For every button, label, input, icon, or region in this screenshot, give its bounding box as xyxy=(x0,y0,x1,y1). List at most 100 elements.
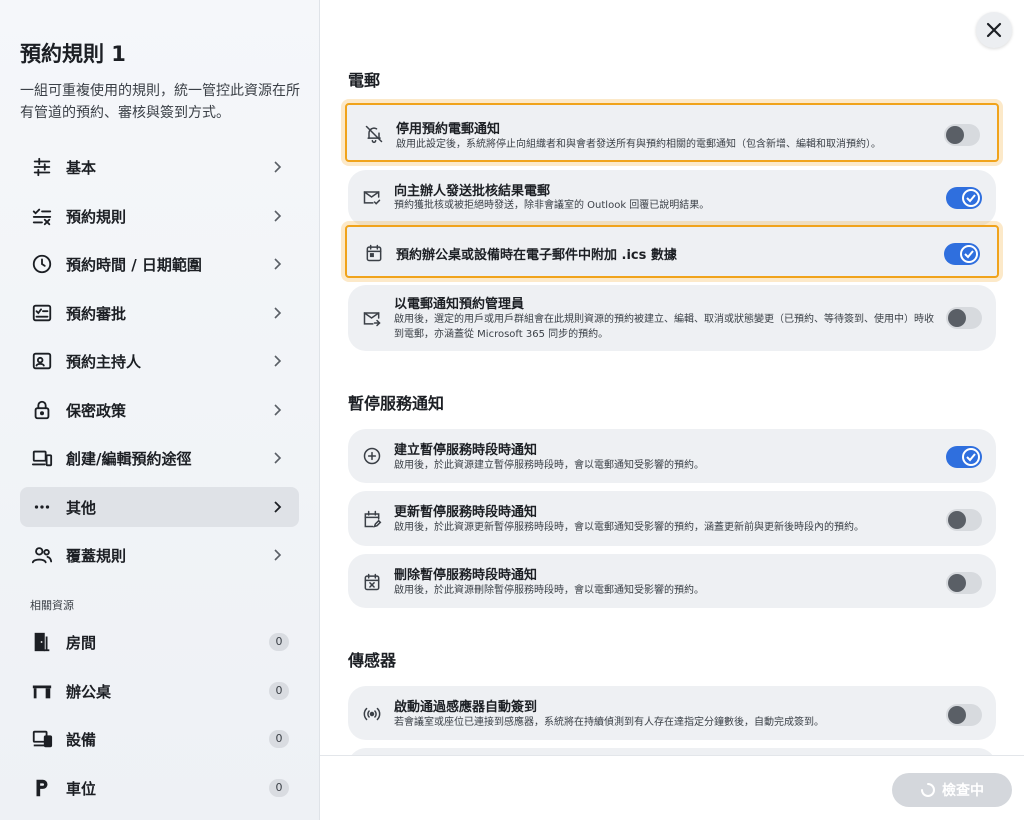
sidebar-item-override-rules[interactable]: 覆蓋規則 xyxy=(20,535,299,575)
chevron-right-icon xyxy=(269,499,285,515)
setting-title: 啟動通過感應器自動簽到 xyxy=(394,700,538,715)
setting-notify-create-oos[interactable]: 建立暫停服務時段時通知 啟用後，於此資源建立暫停服務時段時，會以電郵通知受影響的… xyxy=(348,429,996,483)
sidebar-item-host[interactable]: 預約主持人 xyxy=(20,341,299,381)
page-title: 預約規則 1 xyxy=(20,42,126,66)
resource-label: 房間 xyxy=(66,634,97,652)
people-icon xyxy=(31,544,53,566)
setting-notify-delete-oos[interactable]: 刪除暫停服務時段時通知 啟用後，於此資源刪除暫停服務時段時，會以電郵通知受影響的… xyxy=(348,554,996,608)
chevron-right-icon xyxy=(269,353,285,369)
toggle-knob xyxy=(948,511,966,529)
footer: 檢查中 xyxy=(320,755,1024,820)
setting-description: 啟用後，選定的用戶或用戶群組會在此規則資源的預約被建立、編輯、取消或狀態變更（已… xyxy=(394,314,934,340)
resource-item-parking[interactable]: 車位 0 xyxy=(20,768,299,808)
sidebar-item-other[interactable]: 其他 xyxy=(20,487,299,527)
toggle-knob xyxy=(962,448,980,466)
calendar-edit-icon xyxy=(362,509,382,529)
plus-circle-icon xyxy=(362,446,382,466)
check-icon xyxy=(966,194,976,203)
desk-icon xyxy=(31,680,53,702)
setting-card-partial[interactable] xyxy=(348,748,996,755)
sidebar-item-label: 創建/編輯預約途徑 xyxy=(66,450,192,468)
sidebar-item-label: 預約主持人 xyxy=(66,353,142,371)
more-icon xyxy=(31,496,53,518)
sidebar-item-approval[interactable]: 預約審批 xyxy=(20,293,299,333)
chevron-right-icon xyxy=(269,208,285,224)
parking-icon xyxy=(31,777,53,799)
toggle-switch[interactable] xyxy=(944,243,980,265)
toggle-switch[interactable] xyxy=(946,572,982,594)
setting-approval-result-email[interactable]: 向主辦人發送批核結果電郵 預約獲批核或被拒絕時發送，除非會議室的 Outlook… xyxy=(348,170,996,226)
toggle-knob xyxy=(962,189,980,207)
group-title-email: 電郵 xyxy=(348,71,381,90)
setting-sensor-auto-checkin[interactable]: 啟動通過感應器自動簽到 若會議室或座位已連接到感應器，系統將在持續偵測到有人存在… xyxy=(348,686,996,740)
resource-label: 辦公桌 xyxy=(66,683,112,701)
setting-description: 啟用此設定後，系統將停止向組織者和與會者發送所有與預約相關的電郵通知（包含新增、… xyxy=(396,139,881,150)
count-badge: 0 xyxy=(269,633,289,651)
group-title-sensor: 傳感器 xyxy=(348,651,397,670)
setting-notify-update-oos[interactable]: 更新暫停服務時段時通知 啟用後，於此資源更新暫停服務時段時，會以電郵通知受影響的… xyxy=(348,491,996,546)
sidebar-item-privacy[interactable]: 保密政策 xyxy=(20,390,299,430)
setting-title: 刪除暫停服務時段時通知 xyxy=(394,568,538,583)
setting-title: 停用預約電郵通知 xyxy=(396,122,501,137)
sidebar-item-label: 預約規則 xyxy=(66,208,127,226)
mail-check-icon xyxy=(362,187,382,207)
resources-heading: 相關資源 xyxy=(30,599,74,612)
setting-title: 更新暫停服務時段時通知 xyxy=(394,505,538,520)
resource-item-desks[interactable]: 辦公桌 0 xyxy=(20,671,299,711)
sidebar-item-label: 其他 xyxy=(66,499,97,517)
bell-off-icon xyxy=(364,124,384,144)
sidebar-item-booking-channels[interactable]: 創建/編輯預約途徑 xyxy=(20,438,299,478)
setting-description: 若會議室或座位已連接到感應器，系統將在持續偵測到有人存在達指定分鐘數後，自動完成… xyxy=(394,717,824,728)
main-panel: 電郵 停用預約電郵通知 啟用此設定後，系統將停止向組織者和與會者發送所有與預約相… xyxy=(320,0,1024,755)
close-button[interactable] xyxy=(976,12,1012,48)
setting-disable-email-notifications[interactable]: 停用預約電郵通知 啟用此設定後，系統將停止向組織者和與會者發送所有與預約相關的電… xyxy=(345,103,999,162)
sliders-icon xyxy=(31,156,53,178)
sidebar-item-basic[interactable]: 基本 xyxy=(20,147,299,187)
sidebar-item-label: 預約審批 xyxy=(66,305,127,323)
setting-title: 建立暫停服務時段時通知 xyxy=(394,443,538,458)
list-check-icon xyxy=(31,205,53,227)
toggle-switch[interactable] xyxy=(946,307,982,329)
sidebar-item-label: 預約時間 / 日期範圍 xyxy=(66,256,202,274)
sensor-icon xyxy=(362,704,382,724)
sidebar-item-booking-time[interactable]: 預約時間 / 日期範圍 xyxy=(20,244,299,284)
toggle-switch[interactable] xyxy=(946,446,982,468)
toggle-knob xyxy=(946,126,964,144)
setting-description: 啟用後，於此資源建立暫停服務時段時，會以電郵通知受影響的預約。 xyxy=(394,460,704,471)
setting-title: 預約辦公桌或設備時在電子郵件中附加 .ics 數據 xyxy=(396,248,677,263)
group-title-out-of-service: 暫停服務通知 xyxy=(348,394,445,413)
toggle-switch[interactable] xyxy=(944,124,980,146)
chevron-right-icon xyxy=(269,305,285,321)
setting-description: 啟用後，於此資源更新暫停服務時段時，會以電郵通知受影響的預約，涵蓋更新前與更新後… xyxy=(394,522,864,533)
devices-icon xyxy=(31,447,53,469)
toggle-switch[interactable] xyxy=(946,509,982,531)
resource-item-equipment[interactable]: 設備 0 xyxy=(20,719,299,759)
toggle-switch[interactable] xyxy=(946,187,982,209)
approval-icon xyxy=(31,302,53,324)
resource-label: 設備 xyxy=(66,731,97,749)
close-icon xyxy=(986,22,1002,38)
setting-title: 以電郵通知預約管理員 xyxy=(394,297,525,312)
count-badge: 0 xyxy=(269,779,289,797)
checking-button-label: 檢查中 xyxy=(942,783,984,799)
toggle-knob xyxy=(960,245,978,263)
sidebar-item-booking-rules[interactable]: 預約規則 xyxy=(20,196,299,236)
spinner-icon xyxy=(921,783,935,797)
check-icon xyxy=(964,250,974,259)
mail-forward-icon xyxy=(362,308,382,328)
chevron-right-icon xyxy=(269,256,285,272)
door-icon xyxy=(31,631,53,653)
setting-attach-ics[interactable]: 預約辦公桌或設備時在電子郵件中附加 .ics 數據 xyxy=(345,225,999,278)
checking-button[interactable]: 檢查中 xyxy=(892,773,1012,807)
resource-item-rooms[interactable]: 房間 0 xyxy=(20,622,299,662)
equipment-icon xyxy=(31,728,53,750)
chevron-right-icon xyxy=(269,402,285,418)
count-badge: 0 xyxy=(269,730,289,748)
calendar-icon xyxy=(364,243,384,263)
sidebar: 預約規則 1 一組可重複使用的規則，統一管控此資源在所有管道的預約、審核與簽到方… xyxy=(0,0,320,820)
setting-notify-booking-admins[interactable]: 以電郵通知預約管理員 啟用後，選定的用戶或用戶群組會在此規則資源的預約被建立、編… xyxy=(348,285,996,351)
setting-description: 啟用後，於此資源刪除暫停服務時段時，會以電郵通知受影響的預約。 xyxy=(394,585,704,596)
toggle-switch[interactable] xyxy=(946,704,982,726)
clock-icon xyxy=(31,253,53,275)
toggle-knob xyxy=(948,309,966,327)
